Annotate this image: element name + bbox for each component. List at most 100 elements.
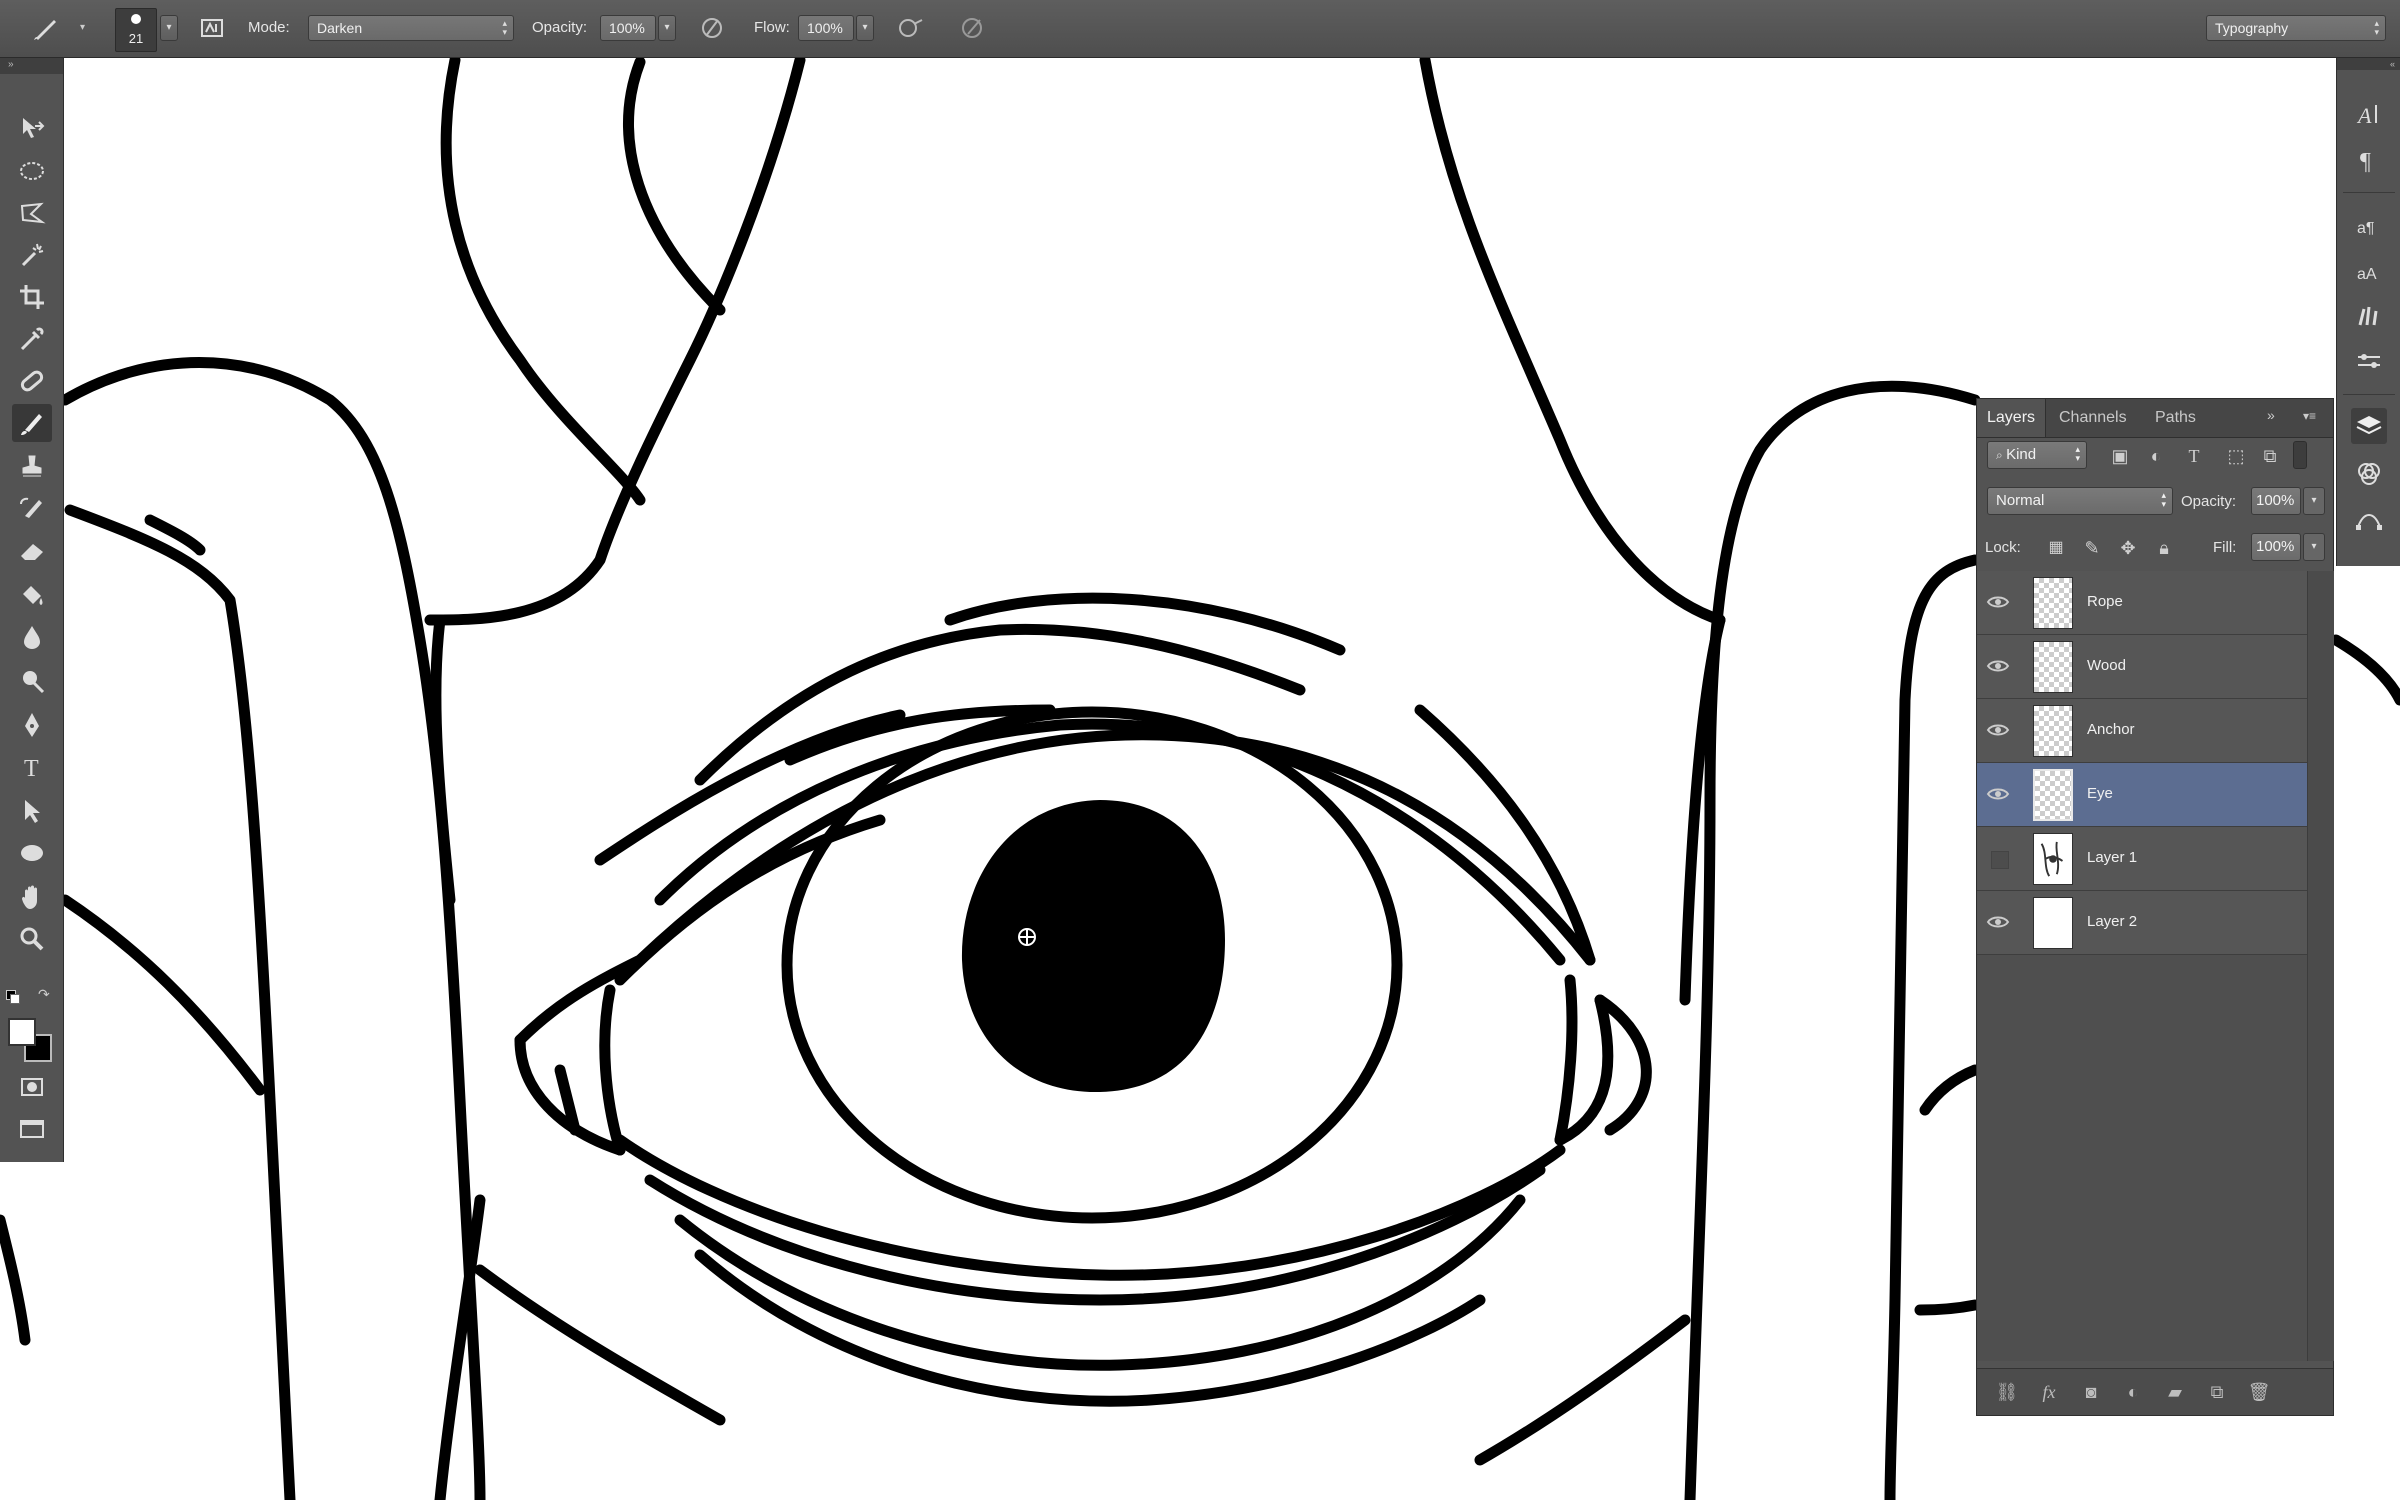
layers-panel-icon[interactable] [2351,408,2387,444]
filter-kind-value: Kind [2006,446,2037,463]
layer-row-anchor[interactable]: Anchor [1977,699,2307,763]
opacity-value: 100% [609,20,645,36]
mode-dropdown[interactable]: Darken ▴ ▾ [308,15,514,41]
brush-icon[interactable] [12,404,52,442]
eye-icon[interactable] [1985,589,2011,615]
visibility-toggle-off[interactable] [1991,851,2009,869]
lock-transparency-icon[interactable]: ▦ [2043,535,2069,561]
healing-icon[interactable] [12,362,52,400]
move-icon[interactable] [12,108,52,146]
eye-icon[interactable] [1985,909,2011,935]
layer-row-wood[interactable]: Wood [1977,635,2307,699]
tab-paths[interactable]: Paths [2155,409,2196,427]
history-brush-icon[interactable] [12,490,52,528]
magic-wand-icon[interactable] [12,236,52,274]
filter-toggle-switch[interactable] [2293,441,2307,469]
layers-scrollbar[interactable] [2307,571,2334,1361]
new-layer-icon[interactable]: ⧉ [2203,1379,2231,1405]
layer-row-layer-1[interactable]: Layer 1 [1977,827,2307,891]
eye-icon[interactable] [1985,653,2011,679]
toolbox-collapse-handle[interactable]: » [0,58,63,74]
tab-channels[interactable]: Channels [2059,409,2127,427]
layer-filter-kind[interactable]: ⌕ Kind ▴ ▾ [1987,441,2087,469]
brush-tool-preset-icon[interactable] [30,12,62,44]
paragraph-styles-icon[interactable]: aA [2351,252,2387,288]
folder-icon[interactable]: ▰ [2161,1379,2189,1405]
filter-smart-object-icon[interactable]: ⧉ [2257,443,2283,469]
stamp-icon[interactable] [12,448,52,486]
dodge-icon[interactable] [12,662,52,700]
link-icon[interactable]: ⛓ [1993,1379,2021,1405]
tab-layers[interactable]: Layers [1977,399,2047,437]
eraser-icon[interactable] [12,532,52,570]
layer-row-rope[interactable]: Rope [1977,571,2307,635]
trash-icon[interactable]: 🗑︎ [2245,1379,2273,1405]
toolbox: » T ↷ [0,58,64,1162]
layer-row-layer-2[interactable]: Layer 2 [1977,891,2307,955]
lock-position-icon[interactable]: ✥ [2115,535,2141,561]
filter-type-icon[interactable]: T [2181,443,2207,469]
layer-opacity-arrow[interactable]: ▾ [2303,487,2325,515]
bucket-icon[interactable] [12,576,52,614]
fill-arrow[interactable]: ▾ [2303,533,2325,561]
path-select-icon[interactable] [12,792,52,830]
layers-panel-footer: ⛓ fx ◙ ◐ ▰ ⧉ 🗑︎ [1977,1368,2333,1415]
filter-shape-icon[interactable]: ⬚ [2223,443,2249,469]
panel-collapse-icon[interactable]: » [2267,407,2275,423]
workspace-switcher[interactable]: Typography ▴ ▾ [2206,15,2386,41]
dock-collapse-handle[interactable]: « [2337,58,2400,70]
brush-size-picker[interactable]: 21 [115,8,157,52]
blur-icon[interactable] [12,618,52,656]
panel-menu-icon[interactable]: ▾≡ [2303,409,2316,423]
flow-slider-arrow[interactable]: ▾ [856,15,874,41]
filter-adjustment-icon[interactable]: ◐ [2143,443,2169,469]
hand-icon[interactable] [12,878,52,916]
paths-panel-icon[interactable] [2351,502,2387,538]
fx-icon[interactable]: fx [2035,1379,2063,1405]
opacity-input[interactable]: 100% [600,15,656,41]
quick-mask-icon[interactable] [12,1068,52,1106]
brush-settings-icon[interactable] [2351,344,2387,380]
tool-preset-chevron-icon[interactable]: ▾ [80,22,85,33]
foreground-color-swatch[interactable] [8,1018,36,1046]
character-panel-icon[interactable]: A [2351,96,2387,132]
lock-all-icon[interactable]: 🔒︎ [2151,535,2177,561]
default-colors-icon[interactable] [6,990,20,1004]
brush-presets-icon[interactable] [2351,298,2387,334]
lock-image-icon[interactable]: ✎ [2079,535,2105,561]
pressure-opacity-icon[interactable] [696,12,728,44]
eye-icon[interactable] [1985,717,2011,743]
eye-icon[interactable] [1985,781,2011,807]
pen-icon[interactable] [12,706,52,744]
svg-text:T: T [24,756,39,782]
swap-colors-icon[interactable]: ↷ [38,986,50,1003]
svg-text:¶: ¶ [2360,149,2371,175]
adjustment-icon[interactable]: ◐ [2119,1379,2147,1405]
brush-picker-arrow[interactable]: ▾ [160,15,178,41]
search-icon: ⌕ [1996,448,2007,462]
mask-icon[interactable]: ◙ [2077,1379,2105,1405]
filter-pixel-icon[interactable]: ▣ [2107,443,2133,469]
brush-panel-toggle-icon[interactable] [196,12,228,44]
layer-opacity-value: 100% [2256,492,2295,509]
screen-mode-icon[interactable] [12,1110,52,1148]
airbrush-icon[interactable] [894,12,926,44]
zoom-icon[interactable] [12,920,52,958]
crop-icon[interactable] [12,278,52,316]
layer-row-eye[interactable]: Eye [1977,763,2307,827]
blend-mode-dropdown[interactable]: Normal ▴ ▾ [1987,487,2173,515]
flow-input[interactable]: 100% [798,15,854,41]
layer-thumbnail [2033,705,2073,757]
type-icon[interactable]: T [12,748,52,786]
opacity-slider-arrow[interactable]: ▾ [658,15,676,41]
lasso-icon[interactable] [12,194,52,232]
ellipse-icon[interactable] [12,834,52,872]
channels-panel-icon[interactable] [2351,456,2387,492]
layer-opacity-input[interactable]: 100% [2251,487,2301,515]
eyedropper-icon[interactable] [12,320,52,358]
pressure-size-icon[interactable] [956,12,988,44]
paragraph-panel-icon[interactable]: ¶ [2351,142,2387,178]
fill-input[interactable]: 100% [2251,533,2301,561]
character-styles-icon[interactable]: a¶ [2351,206,2387,242]
marquee-icon[interactable] [12,152,52,190]
